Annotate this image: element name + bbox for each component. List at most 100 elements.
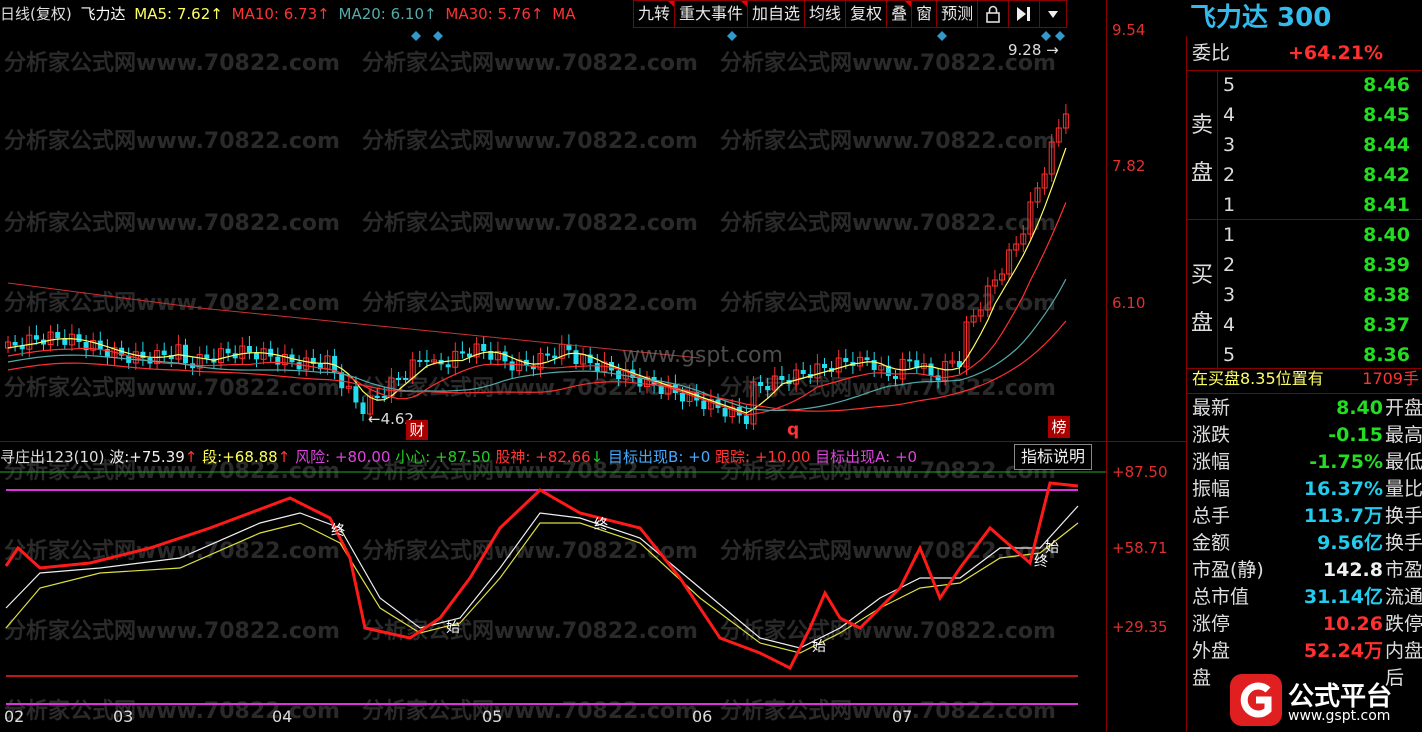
risk-value: 风险: +80.00 xyxy=(295,448,391,466)
candle-body xyxy=(701,400,707,409)
sell-row[interactable]: 4 8.45 xyxy=(1218,100,1422,130)
buy-row[interactable]: 4 8.37 xyxy=(1218,310,1422,340)
tag-q[interactable]: q xyxy=(787,420,799,440)
toolbar-ma-button[interactable]: 均线 xyxy=(804,0,847,28)
stat-side-label: 流通 xyxy=(1385,586,1422,608)
stat-label: 总市值 xyxy=(1192,586,1250,608)
candle-body xyxy=(76,334,82,343)
candle-body xyxy=(360,402,366,414)
stat-row: 涨停 10.26 跌停 xyxy=(1187,611,1422,638)
toolbar-jiuzhuan-button[interactable]: 九转 xyxy=(633,0,676,28)
buy-row[interactable]: 1 8.40 xyxy=(1218,220,1422,250)
candle-body xyxy=(424,360,430,362)
toolbar-predict-button[interactable]: 预测 xyxy=(936,0,979,28)
event-marker-icon[interactable] xyxy=(411,31,421,41)
candle-body xyxy=(33,335,39,340)
skip-forward-icon[interactable] xyxy=(1008,0,1041,28)
indicator-help-button[interactable]: 指标说明 xyxy=(1014,444,1093,470)
candle-body xyxy=(843,358,849,362)
stat-value: 10.26 xyxy=(1322,613,1383,635)
indicator-chart[interactable] xyxy=(0,468,1110,708)
duan-value: +68.88 xyxy=(222,448,278,466)
stat-side-label: 量比 xyxy=(1385,478,1422,500)
dropdown-icon[interactable] xyxy=(1039,0,1068,28)
stat-row: 市盈(静) 142.8 市盈 xyxy=(1187,557,1422,584)
toolbar-events-button[interactable]: 重大事件 xyxy=(674,0,749,28)
stat-label: 涨跌 xyxy=(1192,424,1231,446)
toolbar-adjust-button[interactable]: 复权 xyxy=(845,0,888,28)
candle-body xyxy=(55,332,61,339)
stat-label: 总手 xyxy=(1192,505,1231,527)
track-value: 跟踪: +10.00 xyxy=(715,448,811,466)
stat-row: 涨跌 -0.15 最高 xyxy=(1187,422,1422,449)
sell-row[interactable]: 1 8.41 xyxy=(1218,190,1422,220)
candle-body xyxy=(183,344,188,364)
indicator-line xyxy=(5,505,1079,649)
toolbar-overlay-button[interactable]: 叠 xyxy=(886,0,913,28)
stat-value: 8.40 xyxy=(1336,397,1383,419)
toolbar-add-favorite-button[interactable]: 加自选 xyxy=(747,0,806,28)
ma20-value: MA20: 6.10↑ xyxy=(338,5,437,23)
candle-body xyxy=(353,386,359,403)
candle-body xyxy=(573,350,579,364)
candle-body xyxy=(246,346,252,353)
ma-line xyxy=(7,278,1067,412)
candle-body xyxy=(758,382,764,386)
candle-body xyxy=(893,375,898,379)
candle-body xyxy=(743,415,749,424)
god-value: 股神: +82.66 xyxy=(495,448,591,466)
stat-label: 外盘 xyxy=(1192,640,1231,662)
candle-body xyxy=(268,348,274,357)
buy-row[interactable]: 2 8.39 xyxy=(1218,250,1422,280)
stat-label: 金额 xyxy=(1192,532,1231,554)
mark-start: 始 xyxy=(1045,540,1059,556)
lock-icon[interactable] xyxy=(977,0,1010,28)
stat-value: 31.14亿 xyxy=(1303,586,1383,608)
event-marker-icon[interactable] xyxy=(727,31,737,41)
stat-label: 盘 xyxy=(1192,667,1212,689)
toolbar-window-button[interactable]: 窗 xyxy=(911,0,938,28)
sell-row[interactable]: 5 8.46 xyxy=(1218,70,1422,100)
event-marker-icon[interactable] xyxy=(433,31,443,41)
duan-label: 段: xyxy=(202,448,223,466)
stock-label: 飞力达 xyxy=(80,5,126,23)
candle-body xyxy=(396,378,401,380)
stat-row: 总市值 31.14亿 流通 xyxy=(1187,584,1422,611)
stat-row: 外盘 52.24万 内盘 xyxy=(1187,638,1422,665)
stat-side-label: 最低 xyxy=(1385,451,1422,473)
trend-line xyxy=(7,282,701,359)
candle-body xyxy=(445,364,451,368)
ma-more: MA xyxy=(552,5,576,23)
sell-row[interactable]: 2 8.42 xyxy=(1218,160,1422,190)
ma-header: 日线(复权) 飞力达 MA5: 7.62↑ MA10: 6.73↑ MA20: … xyxy=(0,0,640,28)
price-axis-label: 7.82 xyxy=(1112,157,1146,175)
price-chart[interactable] xyxy=(0,28,1110,442)
mark-end: 终 xyxy=(331,523,345,539)
order-ratio-value: +64.21% xyxy=(1287,42,1383,64)
stat-side-label: 换手 xyxy=(1385,532,1422,554)
candle-body xyxy=(481,344,487,352)
sell-book: 5 8.46 4 8.45 3 8.44 2 8.42 1 8.41 xyxy=(1217,70,1422,220)
buy-book: 1 8.40 2 8.39 3 8.38 4 8.37 5 8.36 xyxy=(1217,220,1422,370)
tag-finance[interactable]: 财 xyxy=(406,420,428,440)
event-marker-icon[interactable] xyxy=(1041,31,1051,41)
stat-value: 52.24万 xyxy=(1303,640,1383,662)
candle-body xyxy=(658,385,664,394)
event-marker-icon[interactable] xyxy=(1055,31,1065,41)
bo-value: +75.39 xyxy=(129,448,185,466)
indicator-axis-label: +29.35 xyxy=(1112,618,1168,636)
event-marker-icon[interactable] xyxy=(937,31,947,41)
tag-ranking[interactable]: 榜 xyxy=(1048,416,1070,438)
chart-divider xyxy=(0,441,1186,442)
toolbar: 九转 重大事件 加自选 均线 复权 叠 窗 预测 xyxy=(633,0,1068,28)
candle-body xyxy=(822,364,827,368)
stat-row: 涨幅 -1.75% 最低 xyxy=(1187,449,1422,476)
date-label: 05 xyxy=(482,707,503,726)
mark-end: 终 xyxy=(594,517,608,533)
date-axis: 02 03 04 05 06 07 xyxy=(0,707,1110,729)
stock-title: 飞力达 300 xyxy=(1190,3,1332,33)
stat-label: 涨幅 xyxy=(1192,451,1231,473)
sell-row[interactable]: 3 8.44 xyxy=(1218,130,1422,160)
buy-row[interactable]: 3 8.38 xyxy=(1218,280,1422,310)
targetB-value: 目标出现B: +0 xyxy=(608,448,711,466)
